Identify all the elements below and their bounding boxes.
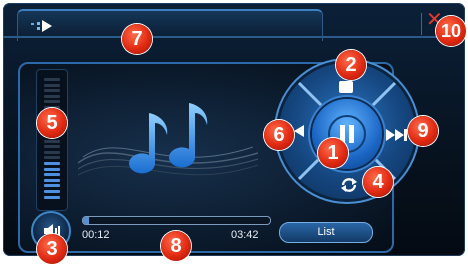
tab-divider (3, 36, 465, 38)
volume-segment (44, 145, 60, 149)
callout-7: 7 (122, 24, 152, 54)
skip-next-icon[interactable] (386, 127, 408, 148)
volume-segment (44, 167, 60, 171)
stop-icon[interactable] (339, 81, 353, 93)
volume-segment (44, 94, 60, 98)
player-window: ✕ 00:12 03:42 List (3, 3, 465, 256)
volume-segment (44, 78, 60, 81)
callout-8: 8 (161, 231, 191, 261)
callout-2: 2 (336, 50, 366, 80)
volume-slider[interactable] (36, 69, 68, 211)
volume-segment (44, 89, 60, 93)
volume-segment (44, 173, 60, 177)
volume-segment (44, 100, 60, 104)
callout-9: 9 (408, 116, 438, 146)
volume-segment (44, 156, 60, 160)
callout-4: 4 (363, 167, 393, 197)
volume-segment (44, 162, 60, 165)
callout-3: 3 (37, 234, 67, 264)
volume-segment (44, 195, 60, 199)
title-separator (421, 13, 422, 35)
callout-5: 5 (37, 108, 67, 138)
total-time: 03:42 (231, 229, 259, 241)
volume-segment (44, 83, 60, 87)
volume-segment (44, 150, 60, 154)
list-button[interactable]: List (279, 222, 373, 243)
volume-segment (44, 184, 60, 188)
volume-segment (44, 178, 60, 182)
seek-bar-fill (83, 217, 89, 224)
volume-segment (44, 139, 60, 143)
callout-6: 6 (264, 120, 294, 150)
music-note-icon (129, 103, 208, 174)
seek-bar[interactable] (82, 216, 271, 225)
callout-1: 1 (318, 138, 348, 168)
arrow-right-icon[interactable] (28, 17, 64, 35)
volume-segment (44, 190, 60, 193)
elapsed-time: 00:12 (82, 229, 110, 241)
repeat-icon[interactable] (339, 175, 359, 200)
callout-10: 10 (436, 16, 466, 46)
